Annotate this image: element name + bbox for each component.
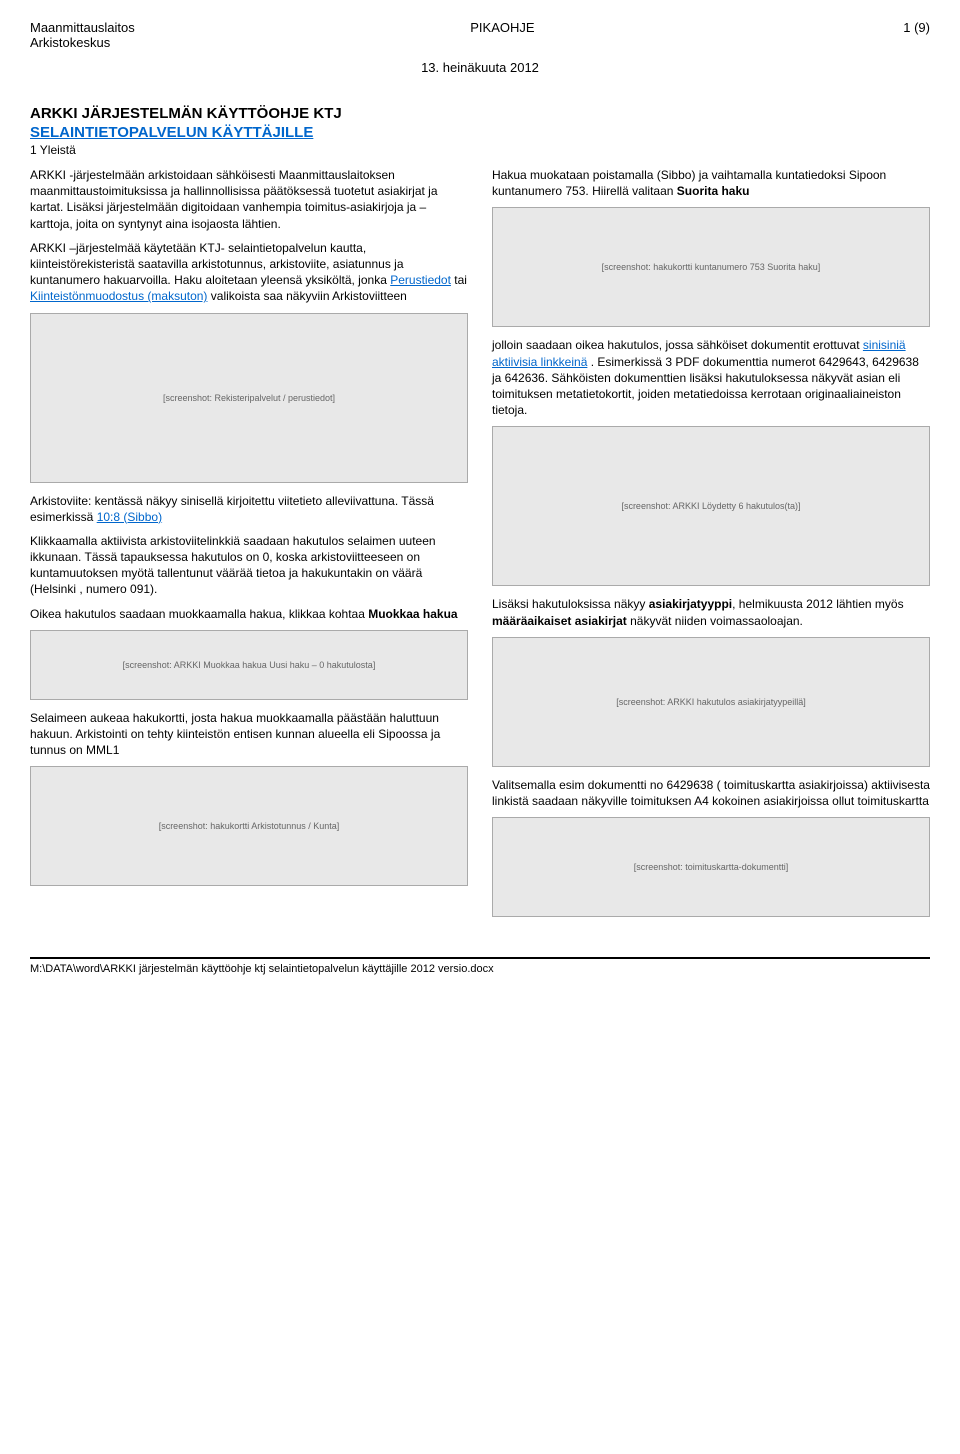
- org-unit: Arkistokeskus: [30, 35, 135, 50]
- arkistoviite-para: Arkistoviite: kentässä näkyy sinisellä k…: [30, 493, 468, 525]
- page-title: ARKKI JÄRJESTELMÄN KÄYTTÖOHJE KTJ: [30, 105, 930, 122]
- bold-muokkaa-hakua: Muokkaa hakua: [368, 607, 457, 621]
- org-name: Maanmittauslaitos: [30, 20, 135, 35]
- link-sibbo[interactable]: 10:8 (Sibbo): [97, 510, 162, 524]
- doc-type: PIKAOHJE: [135, 20, 870, 50]
- right-p1: Hakua muokataan poistamalla (Sibbo) ja v…: [492, 167, 930, 199]
- screenshot-toimituskartta: [screenshot: toimituskartta-dokumentti]: [492, 817, 930, 917]
- right-p4: Valitsemalla esim dokumentti no 6429638 …: [492, 777, 930, 809]
- screenshot-hakukortti-753: [screenshot: hakukortti kuntanumero 753 …: [492, 207, 930, 327]
- screenshot-arkki-zero-results: [screenshot: ARKKI Muokkaa hakua Uusi ha…: [30, 630, 468, 700]
- page-footer: M:\DATA\word\ARKKI järjestelmän käyttöoh…: [30, 957, 930, 975]
- intro-para-2: ARKKI –järjestelmää käytetään KTJ- selai…: [30, 240, 468, 305]
- link-perustiedot[interactable]: Perustiedot: [390, 273, 451, 287]
- muokkaa-hakua-para: Oikea hakutulos saadaan muokkaamalla hak…: [30, 606, 468, 622]
- page-number: 1 (9): [870, 20, 930, 50]
- right-p3: Lisäksi hakutuloksissa näkyy asiakirjaty…: [492, 596, 930, 628]
- bold-suorita-haku: Suorita haku: [677, 184, 750, 198]
- left-column: ARKKI -järjestelmään arkistoidaan sähköi…: [30, 167, 468, 927]
- link-kiinteistonmuodostus[interactable]: Kiinteistönmuodostus (maksuton): [30, 289, 207, 303]
- subtitle-link[interactable]: SELAINTIETOPALVELUN KÄYTTÄJILLE: [30, 124, 930, 141]
- hakukortti-para: Selaimeen aukeaa hakukortti, josta hakua…: [30, 710, 468, 759]
- screenshot-arkki-asiakirjatyyppi: [screenshot: ARKKI hakutulos asiakirjaty…: [492, 637, 930, 767]
- screenshot-hakukortti: [screenshot: hakukortti Arkistotunnus / …: [30, 766, 468, 886]
- screenshot-rekisteripalvelut: [screenshot: Rekisteripalvelut / perusti…: [30, 313, 468, 483]
- right-p2: jolloin saadaan oikea hakutulos, jossa s…: [492, 337, 930, 418]
- section-heading: 1 Yleistä: [30, 143, 930, 157]
- doc-date: 13. heinäkuuta 2012: [30, 60, 930, 75]
- intro-para-1: ARKKI -järjestelmään arkistoidaan sähköi…: [30, 167, 468, 232]
- footer-path: M:\DATA\word\ARKKI järjestelmän käyttöoh…: [30, 963, 494, 975]
- page-header: Maanmittauslaitos Arkistokeskus PIKAOHJE…: [30, 20, 930, 50]
- screenshot-arkki-6-results: [screenshot: ARKKI Löydetty 6 hakutulos(…: [492, 426, 930, 586]
- click-result-para: Klikkaamalla aktiivista arkistoviitelink…: [30, 533, 468, 598]
- right-column: Hakua muokataan poistamalla (Sibbo) ja v…: [492, 167, 930, 927]
